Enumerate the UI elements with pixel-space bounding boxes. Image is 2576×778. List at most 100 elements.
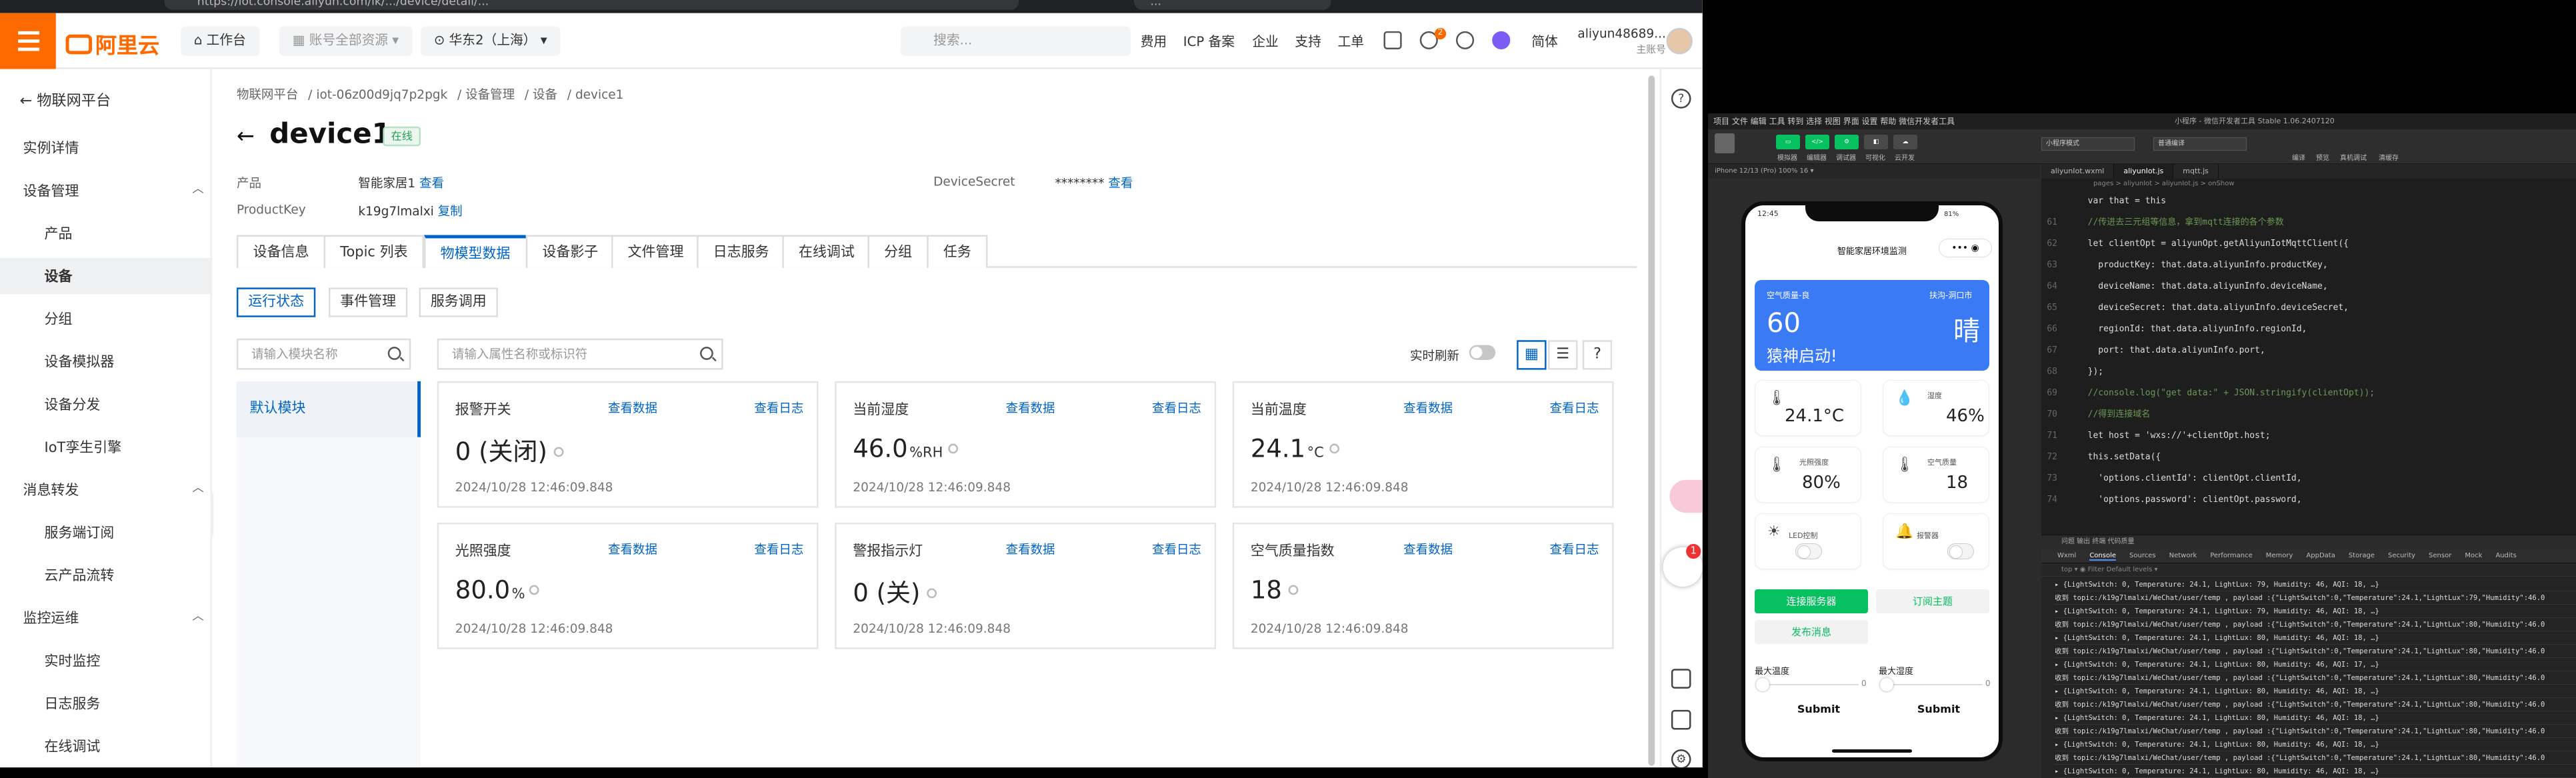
- sidebar-item-log[interactable]: 日志服务: [45, 693, 101, 713]
- info-icon[interactable]: [1329, 443, 1339, 454]
- nav-icp[interactable]: ICP 备案: [1183, 33, 1235, 51]
- sidebar-back[interactable]: ← 物联网平台: [20, 89, 111, 111]
- max-hum-slider[interactable]: [1880, 678, 1983, 691]
- list-view-icon[interactable]: ☰: [1548, 340, 1578, 370]
- address-bar[interactable]: https://iot.console.aliyun.com/lk/.../de…: [164, 0, 1019, 10]
- editor-tab[interactable]: aliyunIot.js: [2114, 164, 2174, 179]
- miniapp-capsule[interactable]: ••• ◉: [1939, 239, 1992, 257]
- breadcrumb-item[interactable]: 设备: [533, 87, 557, 102]
- clear-cache-button[interactable]: 清缓存: [2379, 152, 2399, 162]
- language-switch[interactable]: 简体: [1531, 33, 1557, 51]
- console-filter[interactable]: top ▾ ◉ Filter Default levels ▾: [2041, 563, 2576, 577]
- back-arrow-icon[interactable]: ←: [237, 125, 255, 149]
- menu-bar[interactable]: 项目 文件 编辑 工具 转到 选择 视图 界面 设置 帮助 微信开发者工具: [1708, 113, 2576, 129]
- view-log-link[interactable]: 查看日志: [1549, 541, 1599, 559]
- tab-device-info[interactable]: 设备信息: [236, 235, 326, 268]
- editor-tab[interactable]: mqtt.js: [2173, 164, 2219, 179]
- nav-support[interactable]: 支持: [1295, 33, 1321, 51]
- view-data-link[interactable]: 查看数据: [1403, 399, 1453, 417]
- breadcrumb-item[interactable]: iot-06z00d9jq7p2pgk: [316, 87, 447, 102]
- ai-assistant-icon[interactable]: [1492, 31, 1511, 49]
- editor-tab[interactable]: aliyunIot.wxml: [2041, 164, 2115, 179]
- document-icon[interactable]: [1671, 709, 1691, 730]
- debugger-button[interactable]: ⚙: [1835, 135, 1859, 149]
- tab-group[interactable]: 分组: [867, 235, 929, 268]
- sidebar-group-device-mgmt[interactable]: 设备管理: [23, 181, 79, 201]
- grid-view-icon[interactable]: ▦: [1517, 340, 1547, 370]
- sidebar-item-monitor[interactable]: 实时监控: [45, 651, 101, 671]
- device-selector[interactable]: iPhone 12/13 (Pro) 100% 16 ▾: [1708, 164, 2040, 179]
- tab-tsl-data[interactable]: 物模型数据: [423, 235, 527, 268]
- tab-topic-list[interactable]: Topic 列表: [323, 235, 425, 268]
- devtools-tab[interactable]: AppData: [2306, 552, 2335, 559]
- devtools-tab[interactable]: Network: [2169, 552, 2197, 559]
- sidebar-item-distribution[interactable]: 设备分发: [45, 395, 101, 415]
- breadcrumb-item[interactable]: 物联网平台: [237, 87, 298, 102]
- nav-ticket[interactable]: 工单: [1338, 33, 1364, 51]
- subscribe-button[interactable]: 订阅主题: [1876, 589, 1989, 613]
- connect-button[interactable]: 连接服务器: [1755, 589, 1868, 613]
- view-log-link[interactable]: 查看日志: [1152, 541, 1201, 559]
- compile-select[interactable]: 普通编译: [2153, 137, 2247, 151]
- copy-link[interactable]: 复制: [438, 204, 463, 219]
- alarm-toggle[interactable]: [1947, 543, 1974, 559]
- sidebar-item-instance[interactable]: 实例详情: [23, 138, 79, 158]
- sidebar-item-flow[interactable]: 云产品流转: [45, 565, 115, 585]
- tab-debug[interactable]: 在线调试: [782, 235, 871, 268]
- compile-button[interactable]: 编译: [2292, 152, 2305, 162]
- visual-button[interactable]: ◧: [1864, 135, 1888, 149]
- scrollbar[interactable]: [1643, 69, 1660, 768]
- devtools-tab[interactable]: Sensor: [2429, 552, 2451, 559]
- help-icon[interactable]: ?: [1582, 340, 1613, 370]
- gear-icon[interactable]: ⚙: [1671, 749, 1691, 768]
- view-data-link[interactable]: 查看数据: [608, 399, 657, 417]
- sidebar-item-simulator[interactable]: 设备模拟器: [45, 352, 115, 371]
- devtools-tab[interactable]: Security: [2388, 552, 2415, 559]
- view-log-link[interactable]: 查看日志: [1152, 399, 1201, 417]
- devtools-tab[interactable]: Memory: [2266, 552, 2293, 559]
- message-icon[interactable]: [1383, 31, 1402, 49]
- sidebar-item-subscription[interactable]: 服务端订阅: [45, 523, 115, 543]
- devtools-tab[interactable]: Audits: [2495, 552, 2516, 559]
- info-icon[interactable]: [1288, 585, 1299, 595]
- float-widget[interactable]: [1669, 479, 1703, 513]
- view-data-link[interactable]: 查看数据: [608, 541, 657, 559]
- sidebar-item-twin[interactable]: IoT孪生引擎: [45, 437, 122, 457]
- led-toggle[interactable]: [1795, 543, 1822, 559]
- resource-selector[interactable]: ▦ 账号全部资源 ▾: [279, 26, 412, 56]
- tab-shadow[interactable]: 设备影子: [525, 235, 615, 268]
- real-device-button[interactable]: 真机调试: [2340, 152, 2367, 162]
- info-icon[interactable]: [553, 447, 564, 457]
- subtab-events[interactable]: 事件管理: [328, 287, 408, 317]
- view-log-link[interactable]: 查看日志: [1549, 399, 1599, 417]
- view-data-link[interactable]: 查看数据: [1006, 399, 1055, 417]
- user-info[interactable]: aliyun48689... 主账号: [1577, 26, 1665, 55]
- cloud-button[interactable]: ☁: [1893, 135, 1917, 149]
- nav-fees[interactable]: 费用: [1141, 33, 1167, 51]
- devtools-tab[interactable]: Sources: [2129, 552, 2156, 559]
- cart-icon[interactable]: [1671, 669, 1691, 689]
- sidebar-item-device[interactable]: 设备: [45, 266, 73, 286]
- max-temp-slider[interactable]: [1756, 678, 1859, 691]
- browser-search[interactable]: ...: [1133, 0, 1331, 10]
- module-search-input[interactable]: 请输入模块名称: [236, 338, 411, 370]
- tab-files[interactable]: 文件管理: [611, 235, 701, 268]
- sidebar-item-debug[interactable]: 在线调试: [45, 736, 101, 756]
- property-search-input[interactable]: 请输入属性名称或标识符: [437, 338, 723, 370]
- help-icon[interactable]: [1455, 31, 1475, 49]
- logo[interactable]: 阿里云: [65, 28, 160, 59]
- view-log-link[interactable]: 查看日志: [754, 399, 803, 417]
- tab-task[interactable]: 任务: [927, 235, 988, 268]
- view-data-link[interactable]: 查看数据: [1006, 541, 1055, 559]
- sidebar-group-forwarding[interactable]: 消息转发: [23, 480, 79, 500]
- info-icon[interactable]: [947, 443, 958, 454]
- devtools-tab[interactable]: Performance: [2210, 552, 2252, 559]
- module-default[interactable]: 默认模块: [236, 381, 421, 437]
- devtools-tab[interactable]: Wxml: [2057, 552, 2076, 559]
- question-icon[interactable]: ?: [1671, 89, 1691, 109]
- tab-logs[interactable]: 日志服务: [697, 235, 786, 268]
- devtools-tab[interactable]: Console: [2089, 552, 2117, 561]
- realtime-toggle[interactable]: [1469, 345, 1496, 360]
- mode-select[interactable]: 小程序模式: [2041, 137, 2135, 151]
- info-icon[interactable]: [927, 588, 937, 599]
